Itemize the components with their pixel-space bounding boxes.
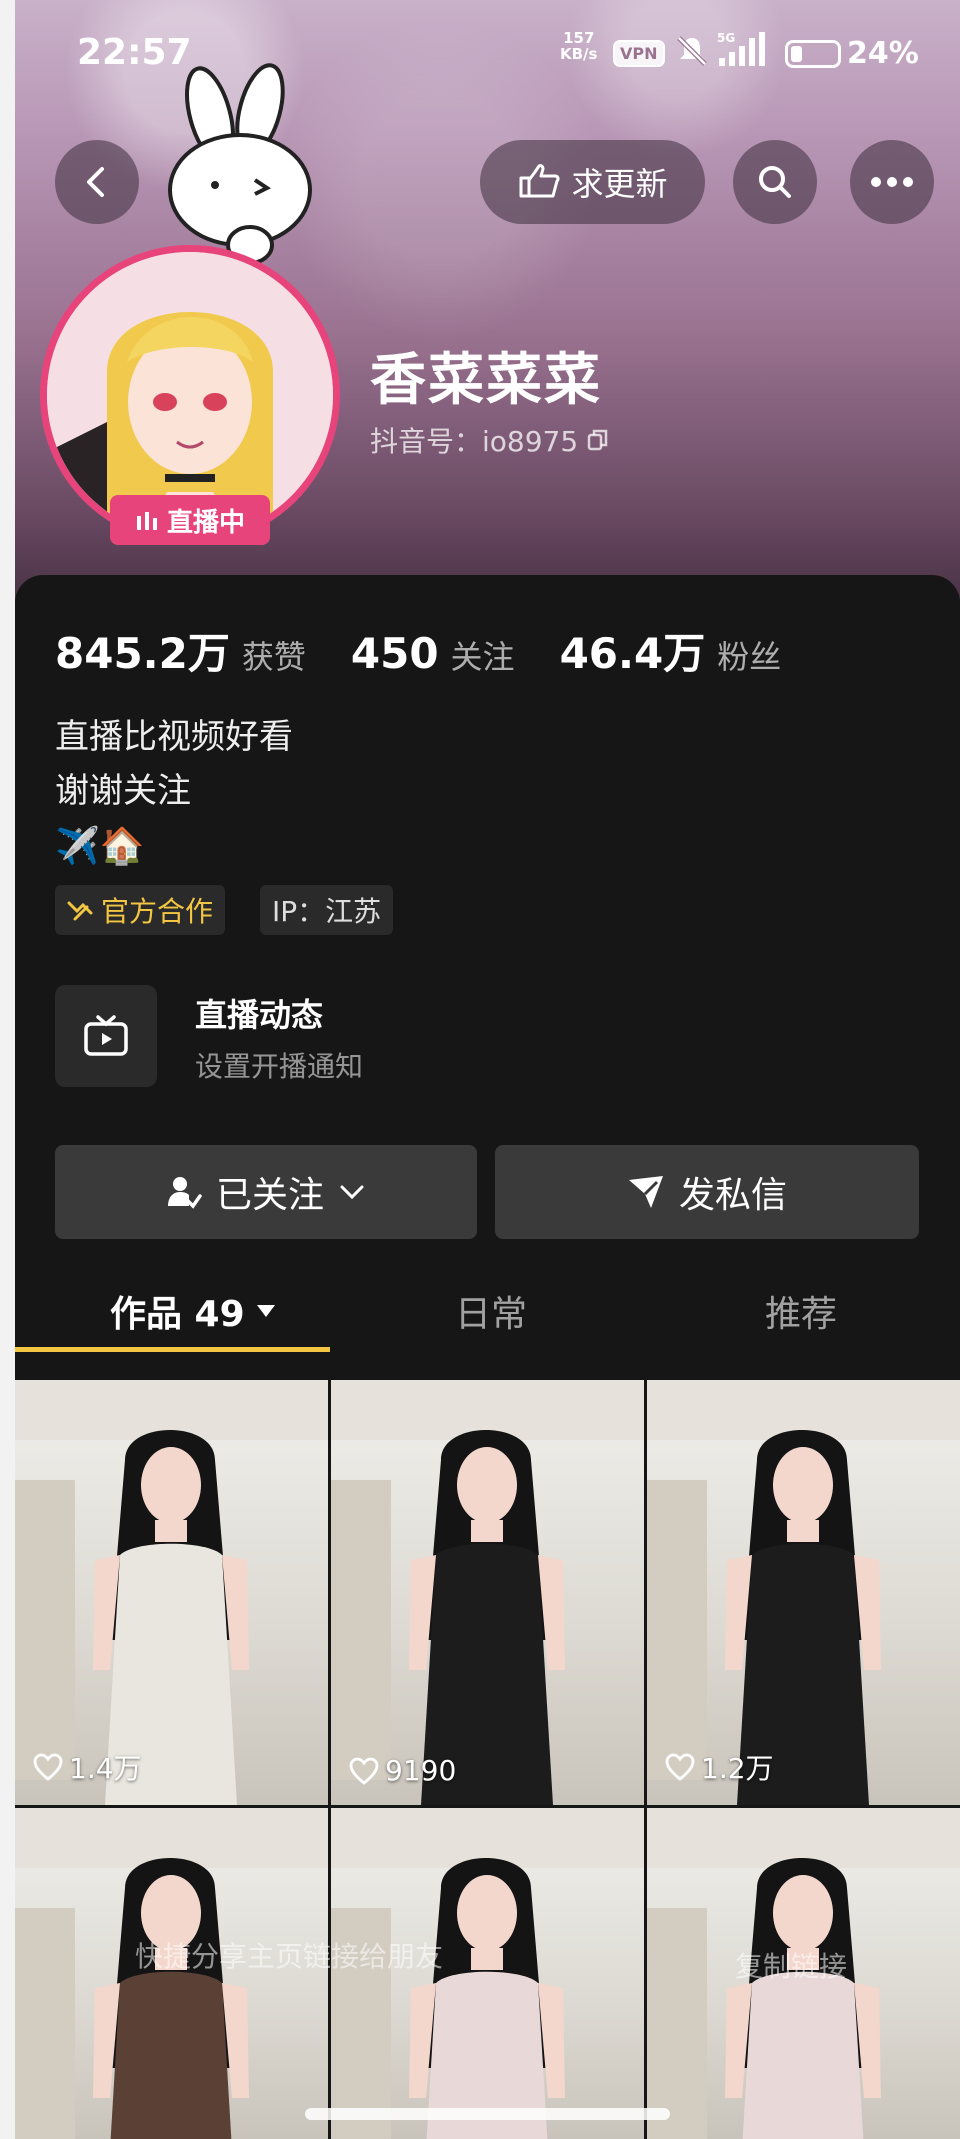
battery-level xyxy=(791,46,802,62)
followers-label[interactable]: 粉丝 xyxy=(717,632,781,678)
paper-plane-icon xyxy=(628,1176,663,1208)
vpn-icon: VPN xyxy=(613,40,665,67)
video-likes: 1.4万 xyxy=(33,1747,142,1787)
heart-icon xyxy=(665,1753,695,1781)
battery-percent: 24% xyxy=(847,36,919,71)
search-icon xyxy=(759,166,791,198)
signal-icon: 5G xyxy=(717,31,765,66)
live-updates-icon-box xyxy=(55,985,157,1087)
following-label[interactable]: 关注 xyxy=(451,632,515,678)
likes-count: 845.2万 xyxy=(55,629,230,678)
following-button[interactable]: 已关注 xyxy=(55,1145,477,1239)
tab-recommend[interactable]: 推荐 xyxy=(765,1285,837,1337)
content-tabs: 作品 49 日常 推荐 xyxy=(15,1275,960,1355)
heart-icon xyxy=(33,1753,63,1781)
request-update-button[interactable]: 求更新 xyxy=(480,140,705,224)
network-speed-unit: KB/s xyxy=(560,45,598,63)
official-partner-label: 官方合作 xyxy=(101,895,214,928)
active-tab-underline xyxy=(15,1347,330,1352)
video-person-image xyxy=(647,1380,960,1805)
douyin-id[interactable]: 抖音号：io8975 xyxy=(370,420,610,460)
more-button[interactable] xyxy=(850,140,934,224)
tab-daily[interactable]: 日常 xyxy=(455,1285,527,1337)
profile-screen: 22:57 157 KB/s VPN 5G 24% 求更新 直播中 香菜菜菜 抖… xyxy=(15,0,960,2139)
video-thumbnail[interactable]: 9190 xyxy=(331,1380,644,1805)
chevron-down-icon xyxy=(340,1185,364,1200)
video-person-image xyxy=(331,1380,644,1805)
ip-location-label: IP：江苏 xyxy=(272,895,382,928)
back-button[interactable] xyxy=(55,140,139,224)
followers-count[interactable]: 46.4万 xyxy=(560,620,706,681)
bio-emoji: ✈️🏠 xyxy=(55,826,145,867)
copy-link-hint[interactable]: 复制链接 xyxy=(735,1945,847,1985)
chevron-left-icon xyxy=(87,167,104,197)
copy-icon[interactable] xyxy=(586,428,610,452)
video-likes: 1.2万 xyxy=(665,1747,774,1787)
send-message-button[interactable]: 发私信 xyxy=(495,1145,919,1239)
bio-line-2: 谢谢关注 xyxy=(55,771,191,811)
video-likes-count: 1.2万 xyxy=(701,1752,774,1785)
search-button[interactable] xyxy=(733,140,817,224)
network-type-label: 5G xyxy=(717,31,735,45)
likes-label: 获赞 xyxy=(241,638,306,676)
share-homepage-hint[interactable]: 快捷分享主页链接给朋友 xyxy=(135,1935,595,1995)
nickname: 香菜菜菜 xyxy=(370,348,602,413)
bio: 直播比视频好看 谢谢关注 xyxy=(55,710,293,818)
following-button-label: 已关注 xyxy=(215,1175,324,1216)
video-thumbnail[interactable]: 1.4万 xyxy=(15,1380,328,1805)
video-likes-count: 1.4万 xyxy=(69,1752,142,1785)
bio-emoji-line: ✈️🏠 xyxy=(55,825,145,869)
following-count[interactable]: 450 xyxy=(351,629,439,678)
pointing-hand-icon xyxy=(519,164,561,198)
video-likes-count: 9190 xyxy=(385,1754,457,1787)
video-thumbnail[interactable]: 1.2万 xyxy=(647,1380,960,1805)
video-likes: 9190 xyxy=(349,1754,456,1787)
live-badge-label: 直播中 xyxy=(166,507,245,538)
network-speed: 157 KB/s xyxy=(560,30,597,62)
stats-row: 845.2万 获赞 450 关注 46.4万 粉丝 xyxy=(55,620,826,681)
heart-icon xyxy=(349,1757,379,1785)
tab-works[interactable]: 作品 49 xyxy=(110,1285,277,1337)
user-check-icon xyxy=(167,1177,202,1209)
bio-line-1: 直播比视频好看 xyxy=(55,717,293,757)
official-partner-tag[interactable]: 官方合作 xyxy=(55,885,226,935)
ip-location-tag: IP：江苏 xyxy=(260,885,394,935)
live-updates-entry[interactable]: 直播动态 设置开播通知 xyxy=(55,985,935,1095)
douyin-id-text: 抖音号：io8975 xyxy=(370,425,579,458)
send-message-label: 发私信 xyxy=(678,1175,787,1216)
live-badge[interactable]: 直播中 xyxy=(110,495,270,545)
home-indicator[interactable] xyxy=(305,2108,670,2120)
tv-icon xyxy=(84,1015,128,1056)
tab-works-label: 作品 49 xyxy=(110,1294,245,1335)
handshake-icon xyxy=(67,901,93,921)
mute-icon xyxy=(677,36,707,66)
battery-icon xyxy=(785,40,841,68)
live-bars-icon xyxy=(136,512,157,530)
more-dots-icon xyxy=(871,177,913,187)
caret-down-icon xyxy=(256,1305,275,1317)
bunny-sticker-icon xyxy=(168,63,312,265)
network-speed-value: 157 xyxy=(563,29,595,47)
request-update-label: 求更新 xyxy=(571,165,668,203)
live-updates-title: 直播动态 xyxy=(195,996,324,1034)
live-updates-subtitle: 设置开播通知 xyxy=(195,1050,364,1083)
video-person-image xyxy=(15,1380,328,1805)
